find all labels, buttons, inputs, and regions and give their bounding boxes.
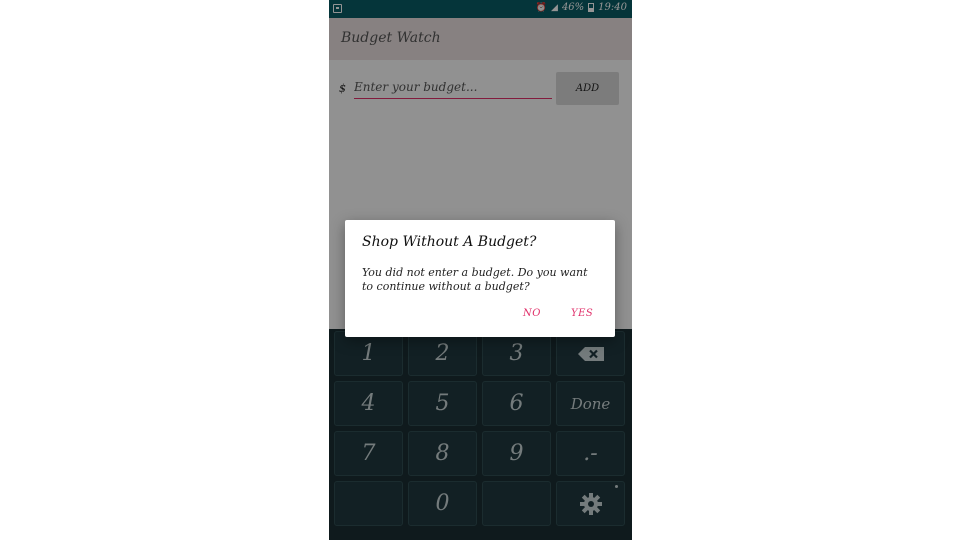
no-button[interactable]: NO bbox=[523, 308, 541, 319]
dialog-message: You did not enter a budget. Do you want … bbox=[362, 266, 588, 293]
dialog-title: Shop Without A Budget? bbox=[362, 234, 537, 250]
phone-screen: ⏰ ◢ 46% 19:40 Budget Watch $ ADD 1 2 3 4… bbox=[329, 0, 632, 540]
confirm-dialog: Shop Without A Budget? You did not enter… bbox=[345, 220, 615, 337]
yes-button[interactable]: YES bbox=[571, 308, 593, 319]
